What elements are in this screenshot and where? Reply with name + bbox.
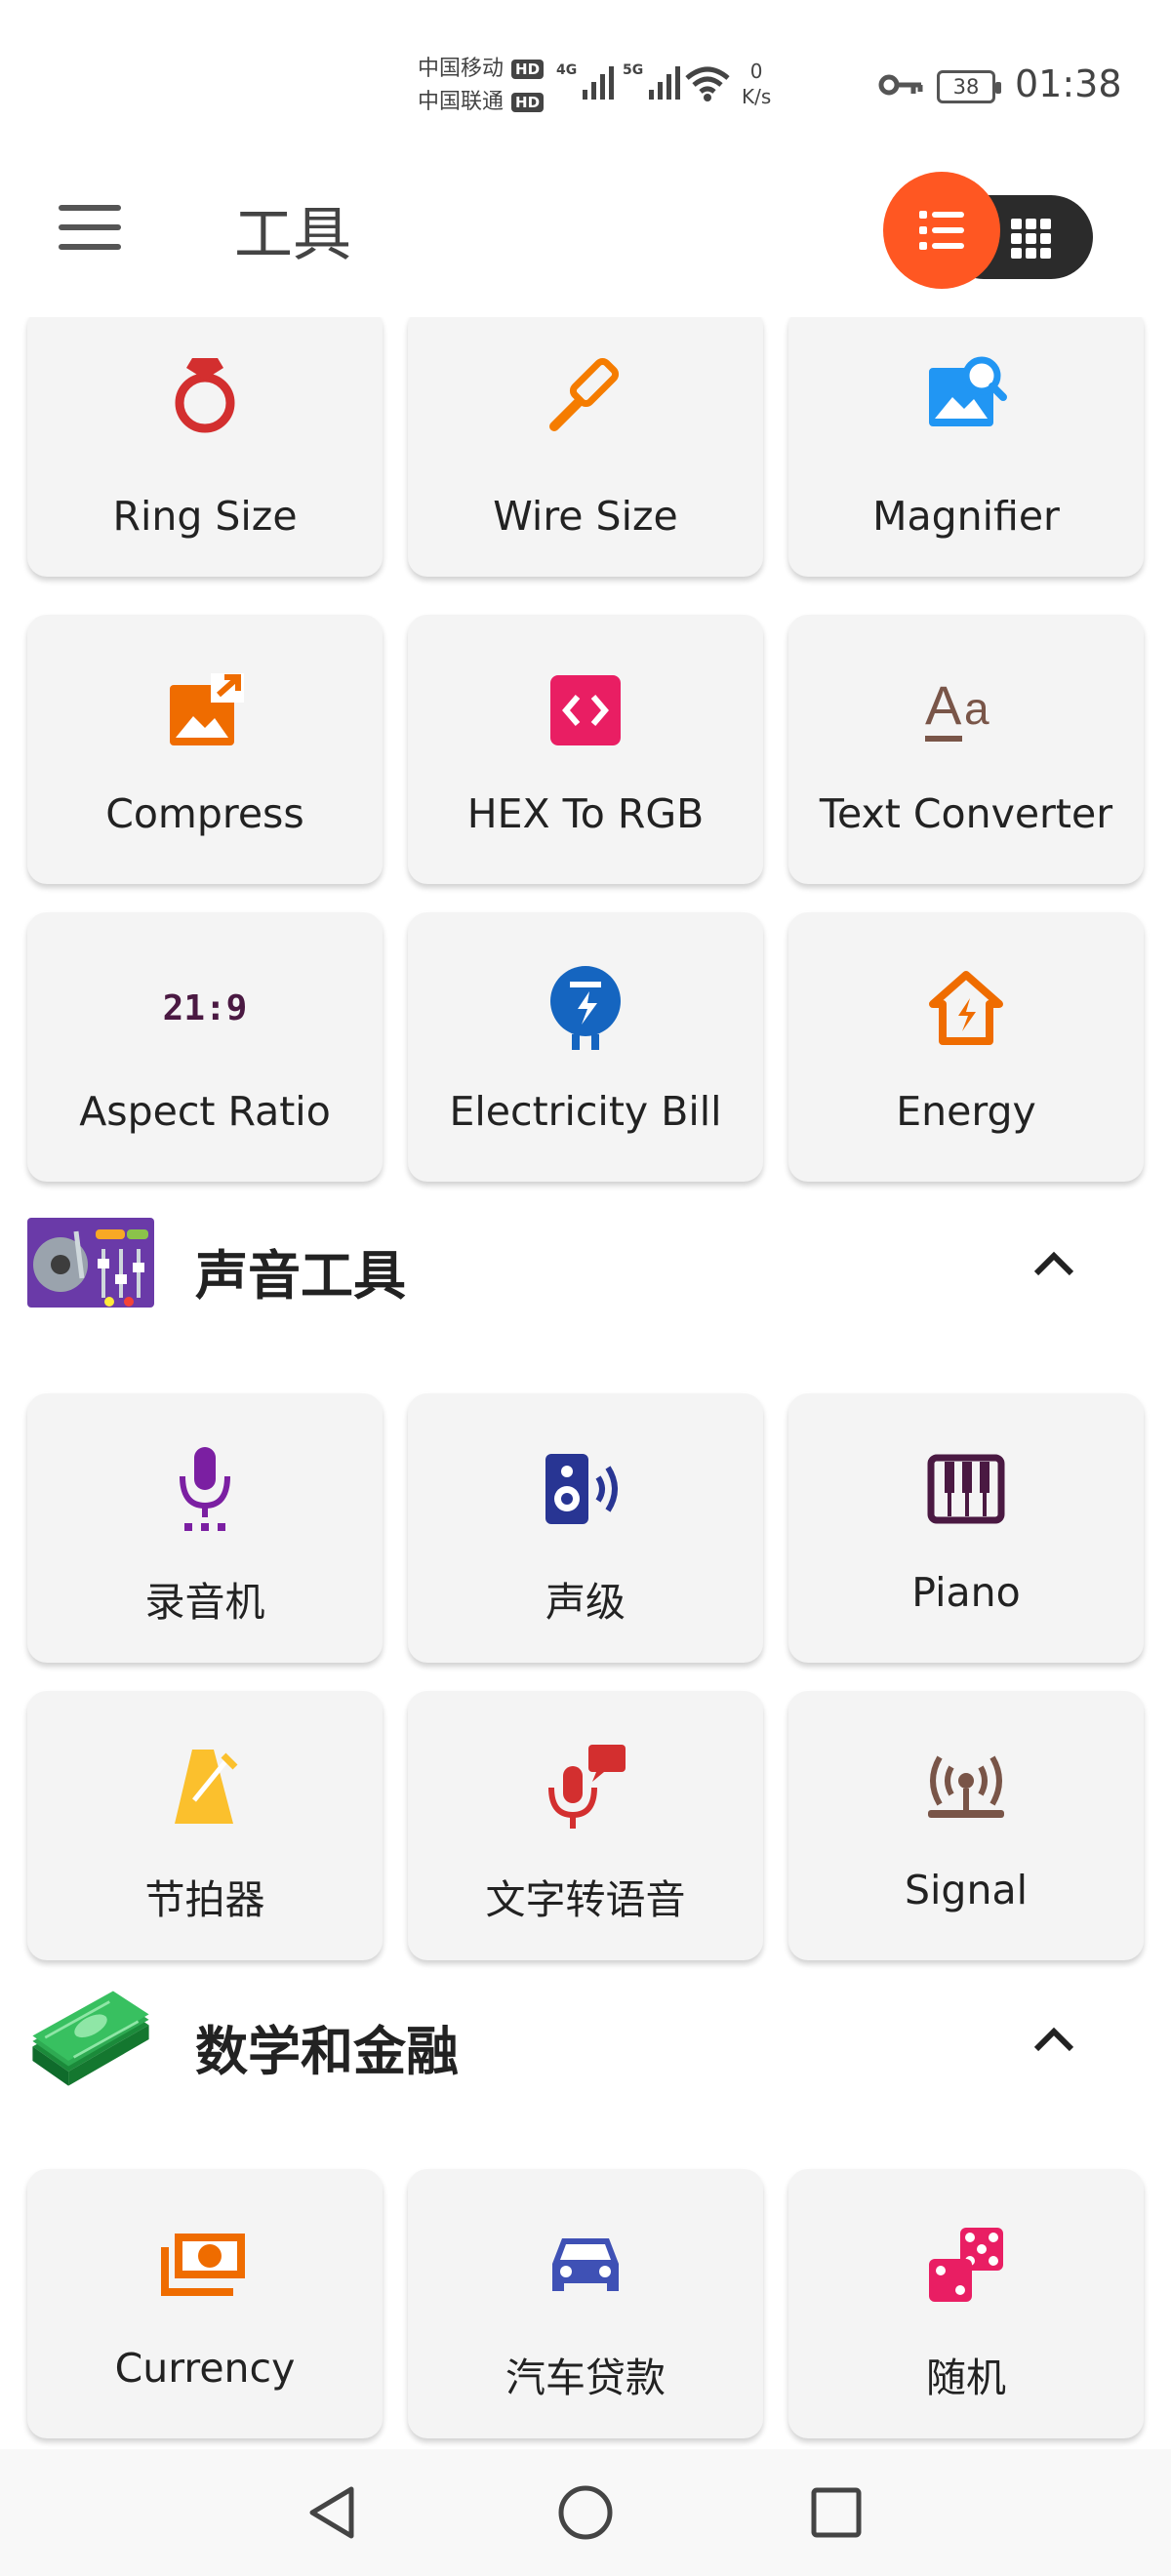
clock: 01:38 xyxy=(1015,62,1122,105)
piano-icon xyxy=(917,1440,1015,1538)
tool-card-ring-size[interactable]: Ring Size xyxy=(27,317,383,577)
tool-label: Electricity Bill xyxy=(449,1088,722,1135)
carrier-2: 中国联通 xyxy=(418,90,505,114)
hamburger-menu-icon[interactable] xyxy=(59,205,121,250)
grid-view-icon[interactable] xyxy=(1010,218,1053,261)
tool-card-wire-size[interactable]: Wire Size xyxy=(408,317,763,577)
tool-label: 声级 xyxy=(545,1579,626,1626)
aspect-ratio-text: 21:9 xyxy=(162,987,248,1028)
tool-label: 节拍器 xyxy=(144,1876,265,1923)
page-title: 工具 xyxy=(234,201,351,269)
tool-card-hex-to-rgb[interactable]: HEX To RGB xyxy=(408,615,763,884)
tool-label: 随机 xyxy=(926,2355,1006,2401)
car-icon xyxy=(537,2216,634,2314)
tool-card-metronome[interactable]: 节拍器 xyxy=(27,1691,383,1960)
electric-meter-icon xyxy=(537,959,634,1057)
antenna-icon xyxy=(917,1738,1015,1835)
tool-card-text-converter[interactable]: A a Text Converter xyxy=(788,615,1144,884)
money-stack-icon xyxy=(32,1991,149,2086)
tool-label: 汽车贷款 xyxy=(505,2355,666,2401)
microphone-icon xyxy=(156,1440,254,1538)
tool-list[interactable]: Ring Size Wire Size Magnifier Compress H… xyxy=(0,317,1171,2449)
tool-label: Compress xyxy=(105,790,304,837)
view-toggle[interactable] xyxy=(883,172,1093,289)
chevron-up-icon[interactable] xyxy=(1025,1234,1083,1293)
tool-label: Currency xyxy=(114,2345,296,2392)
list-view-icon[interactable] xyxy=(883,172,1000,289)
status-bar: 中国移动 HD 中国联通 HD 4G 5G 0 K/s 38 01:38 xyxy=(0,0,1171,146)
tool-card-compress[interactable]: Compress xyxy=(27,615,383,884)
section-header-math[interactable]: 数学和金融 xyxy=(0,1971,1171,2108)
speaker-icon xyxy=(537,1440,634,1538)
back-triangle-icon[interactable] xyxy=(298,2478,366,2547)
hd-badge: HD xyxy=(511,93,545,112)
turntable-icon xyxy=(27,1218,154,1308)
tool-card-energy[interactable]: Energy xyxy=(788,912,1144,1182)
tool-label: Piano xyxy=(911,1569,1021,1616)
section-title: 数学和金融 xyxy=(195,2021,459,2082)
network-type-label: 5G xyxy=(623,62,644,78)
aspect-ratio-icon: 21:9 xyxy=(156,959,254,1057)
tool-label: Energy xyxy=(896,1088,1036,1135)
tool-card-signal[interactable]: Signal xyxy=(788,1691,1144,1960)
speed-unit: K/s xyxy=(742,85,772,108)
tool-card-car-loan[interactable]: 汽车贷款 xyxy=(408,2169,763,2438)
hd-badge: HD xyxy=(511,60,545,79)
tool-card-magnifier[interactable]: Magnifier xyxy=(788,317,1144,577)
tool-label: HEX To RGB xyxy=(466,790,705,837)
key-icon xyxy=(878,74,923,96)
tool-label: 文字转语音 xyxy=(485,1876,686,1923)
wifi-icon xyxy=(685,66,730,101)
tool-label: Signal xyxy=(905,1867,1028,1913)
tool-label: Magnifier xyxy=(872,493,1060,540)
tool-label: Text Converter xyxy=(819,790,1113,837)
signal-icon: 4G xyxy=(556,62,615,100)
tool-card-sound-level[interactable]: 声级 xyxy=(408,1393,763,1663)
carrier-info: 中国移动 HD 中国联通 HD xyxy=(418,53,545,119)
home-circle-icon[interactable] xyxy=(551,2478,620,2547)
carrier-1: 中国移动 xyxy=(418,57,505,81)
tool-label: Aspect Ratio xyxy=(79,1088,331,1135)
tool-label: Ring Size xyxy=(112,493,298,540)
tool-card-currency[interactable]: Currency xyxy=(27,2169,383,2438)
tool-card-random[interactable]: 随机 xyxy=(788,2169,1144,2438)
network-speed: 0 K/s xyxy=(742,59,771,109)
cash-icon xyxy=(156,2216,254,2314)
svg-text:A: A xyxy=(925,674,962,736)
tool-card-electricity-bill[interactable]: Electricity Bill xyxy=(408,912,763,1182)
signal-icon: 5G xyxy=(623,62,681,100)
image-search-icon xyxy=(917,346,1015,444)
battery-icon: 38 xyxy=(937,70,1001,103)
image-export-icon xyxy=(156,662,254,759)
recents-square-icon[interactable] xyxy=(802,2478,870,2547)
tool-card-text-to-speech[interactable]: 文字转语音 xyxy=(408,1691,763,1960)
metronome-icon xyxy=(156,1738,254,1835)
tool-label: Wire Size xyxy=(493,493,678,540)
app-bar: 工具 xyxy=(0,146,1171,312)
text-case-icon: A a xyxy=(917,662,1015,759)
screwdriver-icon xyxy=(537,346,634,444)
system-nav-bar xyxy=(0,2449,1171,2576)
network-type-label: 4G xyxy=(556,62,578,78)
section-title: 声音工具 xyxy=(195,1245,406,1307)
tool-card-recorder[interactable]: 录音机 xyxy=(27,1393,383,1663)
code-icon xyxy=(537,662,634,759)
speech-icon xyxy=(537,1738,634,1835)
speed-value: 0 xyxy=(749,60,763,83)
tool-card-aspect-ratio[interactable]: 21:9 Aspect Ratio xyxy=(27,912,383,1182)
home-lightning-icon xyxy=(917,959,1015,1057)
chevron-up-icon[interactable] xyxy=(1025,2010,1083,2069)
ring-icon xyxy=(156,346,254,444)
battery-level: 38 xyxy=(952,75,980,99)
section-header-sound[interactable]: 声音工具 xyxy=(0,1195,1171,1332)
dice-icon xyxy=(917,2216,1015,2314)
svg-text:a: a xyxy=(964,683,989,734)
tool-card-piano[interactable]: Piano xyxy=(788,1393,1144,1663)
tool-label: 录音机 xyxy=(144,1579,265,1626)
